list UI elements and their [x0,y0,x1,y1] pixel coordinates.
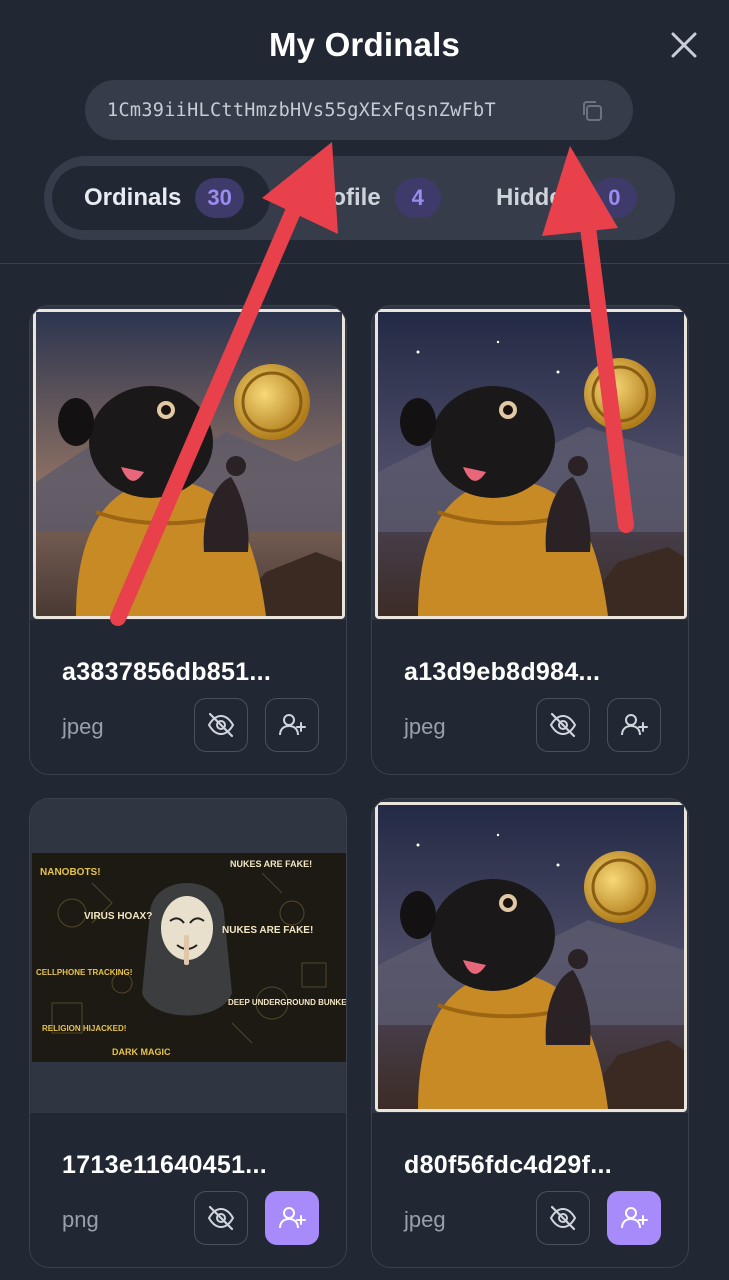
eye-off-icon [549,1205,577,1231]
tab-ordinals[interactable]: Ordinals 30 [52,166,270,230]
poster-text: NUKES ARE FAKE! [222,925,313,936]
tab-count-badge: 4 [394,178,441,218]
ordinal-type: jpeg [404,1207,446,1232]
user-plus-icon [621,1207,648,1229]
eye-off-icon [207,712,235,738]
user-plus-icon [279,1207,306,1229]
wallet-address: 1Cm39iiHLCttHmzbHVs55gXExFqsnZwFbT [107,99,496,121]
ordinal-card[interactable]: a13d9eb8d984... jpeg [371,305,689,775]
ordinal-type: jpeg [404,714,446,739]
ordinal-type: png [62,1207,99,1232]
ordinal-name: 1713e11640451... [62,1151,268,1179]
ordinal-thumbnail [33,309,345,619]
wallet-address-pill[interactable]: 1Cm39iiHLCttHmzbHVs55gXExFqsnZwFbT [85,80,633,140]
ordinal-card[interactable]: d80f56fdc4d29f... jpeg [371,798,689,1268]
user-plus-icon [621,714,648,736]
poster-text: VIRUS HOAX? [84,911,152,922]
poster-text: CELLPHONE TRACKING! [36,968,132,977]
ordinal-thumbnail: NANOBOTS! NUKES ARE FAKE! VIRUS HOAX? NU… [32,853,346,1062]
ordinal-card[interactable]: NANOBOTS! NUKES ARE FAKE! VIRUS HOAX? NU… [29,798,347,1268]
add-to-profile-button[interactable] [607,1191,661,1245]
ordinal-card[interactable]: a3837856db851... jpeg [29,305,347,775]
thumbnail-frame [372,799,688,1113]
tab-label: Hidden [496,184,578,211]
copy-icon[interactable] [579,98,605,124]
thumbnail-frame [372,306,688,620]
hide-button[interactable] [194,1191,248,1245]
ordinal-thumbnail [375,802,687,1112]
header: My Ordinals 1Cm39iiHLCttHmzbHVs55gXExFqs… [0,0,729,264]
ordinal-thumbnail [375,309,687,619]
eye-off-icon [549,712,577,738]
add-to-profile-button[interactable] [265,698,319,752]
eye-off-icon [207,1205,235,1231]
poster-text: DARK MAGIC [112,1047,171,1057]
thumbnail-frame [30,306,346,620]
tab-hidden[interactable]: Hidden 0 [464,166,669,230]
tab-bar: Ordinals 30 Profile 4 Hidden 0 [44,156,675,240]
tab-label: Ordinals [84,184,182,211]
poster-text: RELIGION HIJACKED! [42,1024,126,1033]
close-icon [671,32,697,58]
poster-text: NUKES ARE FAKE! [230,859,312,869]
thumbnail-frame: NANOBOTS! NUKES ARE FAKE! VIRUS HOAX? NU… [30,799,346,1113]
poster-text: NANOBOTS! [40,867,101,878]
add-to-profile-button[interactable] [265,1191,319,1245]
hide-button[interactable] [536,698,590,752]
poster-text: DEEP UNDERGROUND BUNKERS [228,998,346,1007]
tab-count-badge: 30 [195,178,244,218]
user-plus-icon [279,714,306,736]
close-button[interactable] [669,30,699,60]
hide-button[interactable] [194,698,248,752]
ordinal-type: jpeg [62,714,104,739]
add-to-profile-button[interactable] [607,698,661,752]
tab-label: Profile [306,184,381,211]
ordinal-name: a13d9eb8d984... [404,658,601,686]
tab-count-badge: 0 [591,178,638,218]
tab-profile[interactable]: Profile 4 [274,166,464,230]
ordinal-name: a3837856db851... [62,658,272,686]
hide-button[interactable] [536,1191,590,1245]
page-title: My Ordinals [268,26,461,63]
ordinal-name: d80f56fdc4d29f... [404,1151,612,1179]
